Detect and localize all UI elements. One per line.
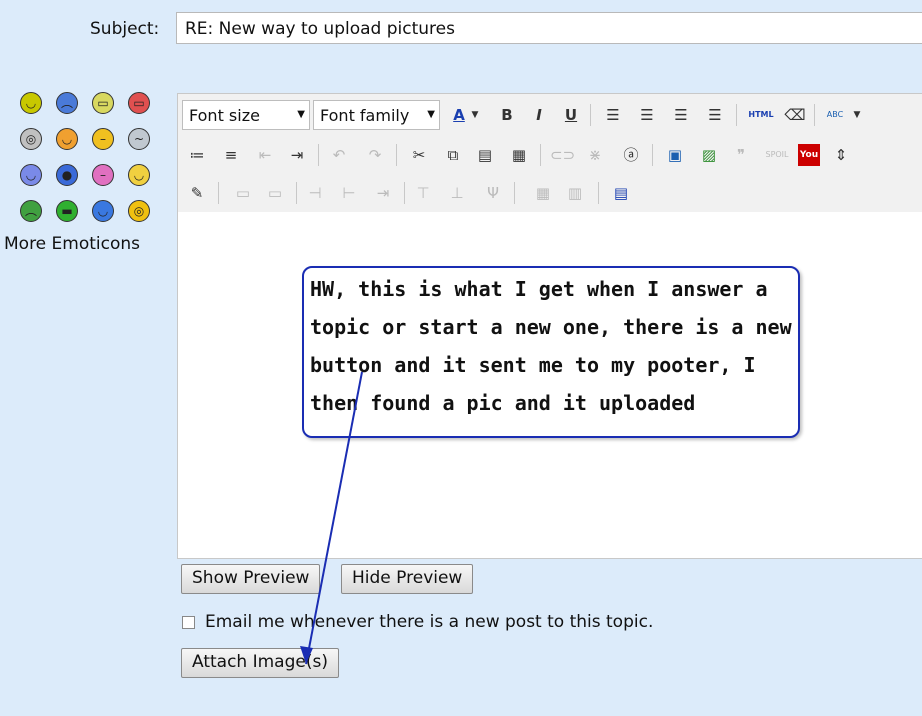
annotation-arrow bbox=[300, 371, 363, 665]
